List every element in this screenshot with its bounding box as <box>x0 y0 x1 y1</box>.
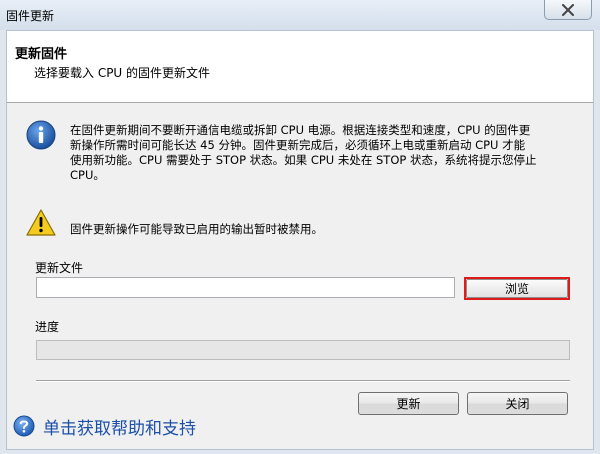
help-link-text: 单击获取帮助和支持 <box>43 418 196 439</box>
info-icon <box>26 120 56 150</box>
window-close-button[interactable] <box>544 0 592 20</box>
progress-label: 进度 <box>35 320 60 334</box>
update-file-label: 更新文件 <box>35 261 84 275</box>
dialog-body: 更新固件 选择要载入 CPU 的固件更新文件 在固件更新期间不要断开通信电缆或拆… <box>6 30 594 450</box>
title-bar[interactable]: 固件更新 <box>0 0 600 30</box>
info-line: CPU。 <box>70 168 105 182</box>
help-link[interactable]: 单击获取帮助和支持 <box>13 415 196 439</box>
progress-bar <box>36 340 570 360</box>
close-button[interactable]: 关闭 <box>467 392 568 415</box>
warning-message: 固件更新操作可能导致已启用的输出暂时被禁用。 <box>70 222 323 236</box>
header-subtitle: 选择要载入 CPU 的固件更新文件 <box>34 66 211 80</box>
info-message: 在固件更新期间不要断开通信电缆或拆卸 CPU 电源。根据连接类型和速度，CPU … <box>70 123 570 183</box>
close-icon <box>562 3 574 16</box>
header-panel: 更新固件 选择要载入 CPU 的固件更新文件 <box>7 31 593 103</box>
header-title: 更新固件 <box>15 47 68 62</box>
update-button[interactable]: 更新 <box>358 392 459 415</box>
browse-highlight: 浏览 <box>464 277 570 300</box>
update-file-input[interactable] <box>36 277 455 298</box>
browse-button[interactable]: 浏览 <box>466 279 568 298</box>
separator <box>36 380 570 382</box>
info-line: 在固件更新期间不要断开通信电缆或拆卸 CPU 电源。根据连接类型和速度，CPU … <box>70 123 531 137</box>
info-line: 新操作所需时间可能长达 45 分钟。固件更新完成后，必须循环上电或重新启动 CP… <box>70 138 526 152</box>
window-title: 固件更新 <box>6 9 55 23</box>
help-icon <box>13 415 35 437</box>
warning-icon <box>26 209 56 236</box>
info-line: 使用新功能。CPU 需要处于 STOP 状态。如果 CPU 未处在 STOP 状… <box>70 153 537 167</box>
